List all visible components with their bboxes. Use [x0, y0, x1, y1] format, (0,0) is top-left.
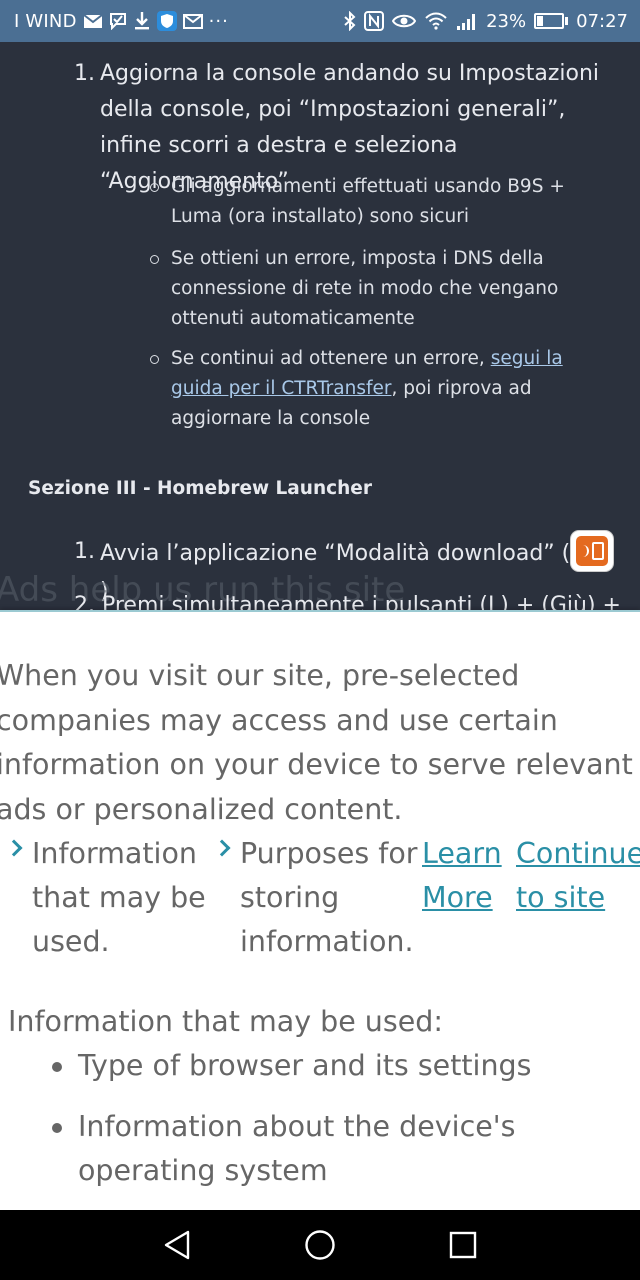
signal-icon — [456, 11, 478, 31]
download-mode-app-icon — [571, 531, 614, 571]
list-item: Information about the device's operating… — [52, 1105, 638, 1193]
continue-to-site-link[interactable]: Continue to site — [516, 832, 640, 920]
bullet-icon — [52, 1123, 62, 1133]
hollow-bullet-icon — [150, 183, 159, 192]
consent-intro-text: When you visit our site, pre-selected co… — [0, 659, 633, 826]
panel-divider — [0, 610, 640, 612]
list-number: 1. — [74, 61, 95, 86]
eye-icon — [392, 11, 417, 31]
clock: 07:27 — [576, 10, 628, 32]
sub-bullet: Se continui ad ottenere un errore, segui… — [150, 344, 620, 434]
chevron-right-icon — [213, 839, 231, 857]
more-notifications-icon: ··· — [208, 10, 229, 32]
ad-consent-panel: When you visit our site, pre-selected co… — [0, 610, 640, 1210]
list-item-text: Type of browser and its settings — [78, 1049, 532, 1082]
battery-percent: 23% — [486, 10, 527, 32]
navigation-bar — [0, 1210, 640, 1280]
list-item: Type of browser and its settings — [52, 1044, 638, 1088]
sub-bullet-text-before: Se continui ad ottenere un errore, — [171, 348, 491, 369]
hollow-bullet-icon — [150, 255, 159, 264]
list-number: 1. — [74, 539, 95, 564]
info-used-label: Information that may be used. — [32, 837, 206, 958]
status-bar: I WIND ··· 23% 07:27 — [0, 0, 640, 42]
purposes-toggle[interactable]: Purposes for storing information. — [213, 832, 420, 964]
article-content: 1. Aggiorna la console andando su Impost… — [0, 42, 640, 610]
bluetooth-icon — [344, 11, 356, 31]
list-text-before: Avvia l’applicazione “Modalità download”… — [100, 541, 571, 566]
purposes-label: Purposes for storing information. — [240, 837, 418, 958]
back-icon[interactable] — [160, 1228, 194, 1262]
mail-icon — [182, 11, 203, 31]
mail-icon — [83, 11, 103, 31]
info-used-toggle[interactable]: Information that may be used. — [5, 832, 207, 964]
wifi-icon — [424, 11, 448, 31]
battery-icon — [534, 13, 569, 29]
home-icon[interactable] — [303, 1228, 337, 1262]
list-item-cut-off: 2. Premi simultaneamente i pulsanti (L) … — [74, 593, 621, 610]
section-title: Sezione III - Homebrew Launcher — [28, 478, 372, 499]
info-used-heading: Information that may be used: — [8, 1005, 443, 1038]
hollow-bullet-icon — [150, 355, 159, 364]
chevron-right-icon — [5, 839, 23, 857]
sub-bullet-text: Se continui ad ottenere un errore, segui… — [150, 344, 620, 434]
carrier-name: I WIND — [14, 10, 77, 32]
sub-bullet: Gli aggiornamenti effettuati usando B9S … — [150, 172, 620, 232]
recents-icon[interactable] — [446, 1228, 480, 1262]
list-item-text: Information about the device's operating… — [78, 1110, 516, 1187]
nfc-icon — [364, 11, 385, 31]
sub-bullet-text: Se ottieni un errore, imposta i DNS dell… — [171, 248, 559, 329]
message-check-icon — [109, 11, 127, 31]
sub-bullet: Se ottieni un errore, imposta i DNS dell… — [150, 244, 620, 334]
sub-bullet-text: Gli aggiornamenti effettuati usando B9S … — [171, 176, 565, 227]
bullet-icon — [52, 1062, 62, 1072]
shield-app-icon — [156, 11, 177, 31]
download-icon — [133, 11, 151, 31]
learn-more-link[interactable]: Learn More — [422, 832, 510, 920]
